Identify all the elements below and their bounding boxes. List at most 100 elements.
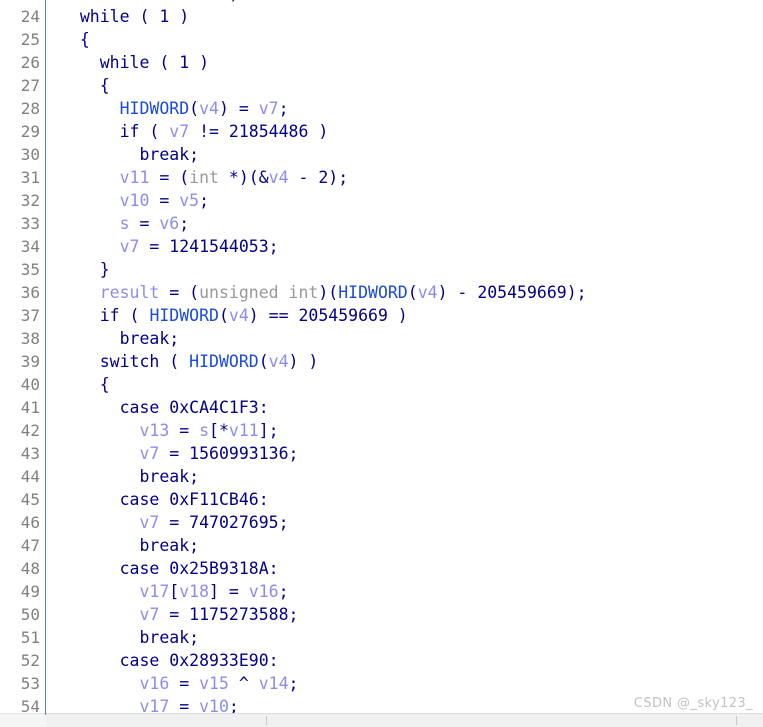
code-text[interactable]: { [60,74,110,97]
code-line[interactable]: 52 case 0x28933E90: [0,649,763,672]
code-line[interactable]: 33 s = v6; [0,212,763,235]
token-kw: case [119,490,160,509]
token-plain: *)(& [218,168,269,187]
code-line[interactable]: 30 break; [0,143,763,166]
code-text[interactable]: } [60,258,110,281]
code-line[interactable]: 26 while ( 1 ) [0,51,763,74]
token-plain: ( [149,53,180,72]
token-plain: ; [268,237,279,256]
code-line[interactable]: 40 { [0,373,763,396]
code-line[interactable]: 34 v7 = 1241544053; [0,235,763,258]
code-text[interactable]: result = (unsigned int)(HIDWORD(v4) - 20… [60,281,587,304]
code-text[interactable]: v7 = 1175273588; [60,603,298,626]
code-line[interactable]: 36 result = (unsigned int)(HIDWORD(v4) -… [0,281,763,304]
code-line[interactable]: 50 v7 = 1175273588; [0,603,763,626]
code-text[interactable]: break; [60,534,199,557]
line-number: 40 [20,375,40,394]
code-line[interactable]: 38 break; [0,327,763,350]
line-number: 51 [20,628,40,647]
pseudocode-editor[interactable]: 23 v7 = 21897400;24 while ( 1 )25 {26 wh… [0,0,763,727]
code-text[interactable]: v16 = v15 ^ v14; [60,672,298,695]
token-plain: = [159,444,190,463]
code-line[interactable]: 53 v16 = v15 ^ v14; [0,672,763,695]
code-text[interactable]: case 0xF11CB46: [60,488,269,511]
token-num: 0xCA4C1F3 [169,398,259,417]
token-kw: case [119,398,160,417]
token-plain: = [129,214,160,233]
code-line[interactable]: 48 case 0x25B9318A: [0,557,763,580]
code-surface[interactable]: 23 v7 = 21897400;24 while ( 1 )25 {26 wh… [0,0,763,718]
code-text[interactable]: break; [60,465,199,488]
code-text[interactable]: break; [60,327,180,350]
code-line[interactable]: 29 if ( v7 != 21854486 ) [0,120,763,143]
code-line[interactable]: 24 while ( 1 ) [0,5,763,28]
code-line[interactable]: 44 break; [0,465,763,488]
token-plain: ) = [218,99,259,118]
code-text[interactable]: case 0x25B9318A: [60,557,279,580]
code-text[interactable]: while ( 1 ) [60,5,189,28]
code-text[interactable]: HIDWORD(v4) = v7; [60,97,289,120]
code-text[interactable]: switch ( HIDWORD(v4) ) [60,350,319,373]
token-plain: )( [318,283,339,302]
line-number: 27 [20,76,40,95]
code-text[interactable]: v13 = s[*v11]; [60,419,278,442]
code-line[interactable]: 41 case 0xCA4C1F3: [0,396,763,419]
line-number: 30 [20,145,40,164]
code-line[interactable]: 25 { [0,28,763,51]
token-kw: case [119,651,160,670]
code-text[interactable]: if ( HIDWORD(v4) == 205459669 ) [60,304,408,327]
token-kw: switch [99,352,160,371]
line-number: 53 [20,674,40,693]
code-line[interactable]: 35 } [0,258,763,281]
code-text[interactable]: break; [60,626,199,649]
token-plain: = [169,674,200,693]
code-text[interactable]: v11 = (int *)(&v4 - 2); [60,166,349,189]
code-text[interactable]: break; [60,143,199,166]
code-text[interactable]: if ( v7 != 21854486 ) [60,120,329,143]
code-text[interactable]: { [60,28,90,51]
code-line[interactable]: 27 { [0,74,763,97]
code-text[interactable]: v7 = 1560993136; [60,442,298,465]
code-line[interactable]: 37 if ( HIDWORD(v4) == 205459669 ) [0,304,763,327]
code-text[interactable]: { [60,373,110,396]
code-line[interactable]: 42 v13 = s[*v11]; [0,419,763,442]
horizontal-scrollbar[interactable] [46,713,763,727]
code-line[interactable]: 28 HIDWORD(v4) = v7; [0,97,763,120]
line-number: 41 [20,398,40,417]
code-line[interactable]: 47 break; [0,534,763,557]
code-line[interactable]: 46 v7 = 747027695; [0,511,763,534]
code-line[interactable]: 51 break; [0,626,763,649]
token-kw: while [79,7,130,26]
code-text[interactable]: v17[v18] = v16; [60,580,288,603]
code-line[interactable]: 39 switch ( HIDWORD(v4) ) [0,350,763,373]
token-plain: ( [119,306,150,325]
line-number: 50 [20,605,40,624]
code-text[interactable]: v7 = 747027695; [60,511,288,534]
code-text[interactable]: s = v6; [60,212,190,235]
code-text[interactable]: case 0xCA4C1F3: [60,396,269,419]
code-text[interactable]: while ( 1 ) [60,51,209,74]
token-kw: break [119,329,170,348]
code-line[interactable]: 31 v11 = (int *)(&v4 - 2); [0,166,763,189]
line-number: 28 [20,99,40,118]
token-plain: : [258,398,269,417]
code-text[interactable]: v10 = v5; [60,189,209,212]
code-line[interactable]: 49 v17[v18] = v16; [0,580,763,603]
code-line[interactable]: 43 v7 = 1560993136; [0,442,763,465]
line-number: 26 [20,53,40,72]
code-text[interactable]: v7 = 1241544053; [60,235,279,258]
code-line[interactable]: 45 case 0xF11CB46: [0,488,763,511]
token-plain: = [159,605,190,624]
line-number: 43 [20,444,40,463]
token-plain: ; [199,191,210,210]
token-plain: ); [328,168,349,187]
code-line[interactable]: 32 v10 = v5; [0,189,763,212]
code-text[interactable]: case 0x28933E90: [60,649,279,672]
